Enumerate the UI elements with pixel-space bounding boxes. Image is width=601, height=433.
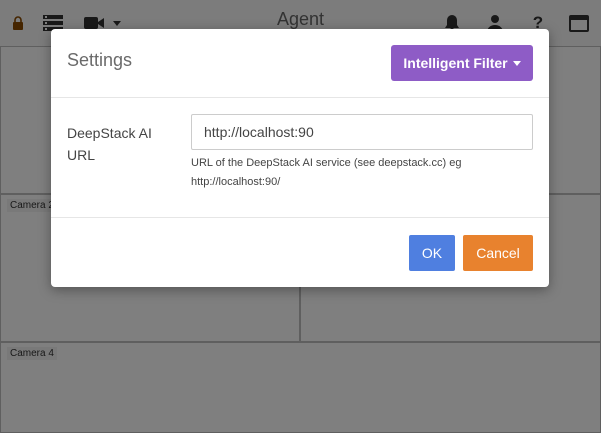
deepstack-url-label: DeepStack AI URL	[67, 125, 152, 163]
dialog-body: DeepStack AI URL URL of the DeepStack AI…	[51, 98, 549, 218]
dialog-footer: OK Cancel	[51, 218, 549, 287]
deepstack-url-input[interactable]	[191, 114, 533, 150]
caret-down-icon	[512, 60, 521, 66]
ok-button[interactable]: OK	[409, 235, 455, 271]
deepstack-url-help: URL of the DeepStack AI service (see dee…	[191, 157, 462, 188]
dialog-header: Settings Intelligent Filter	[51, 29, 549, 98]
settings-dialog: Settings Intelligent Filter DeepStack AI…	[51, 29, 549, 287]
cancel-button[interactable]: Cancel	[463, 235, 533, 271]
intelligent-filter-dropdown-button[interactable]: Intelligent Filter	[391, 45, 533, 81]
filter-button-label: Intelligent Filter	[403, 55, 508, 71]
dialog-title: Settings	[67, 50, 133, 70]
